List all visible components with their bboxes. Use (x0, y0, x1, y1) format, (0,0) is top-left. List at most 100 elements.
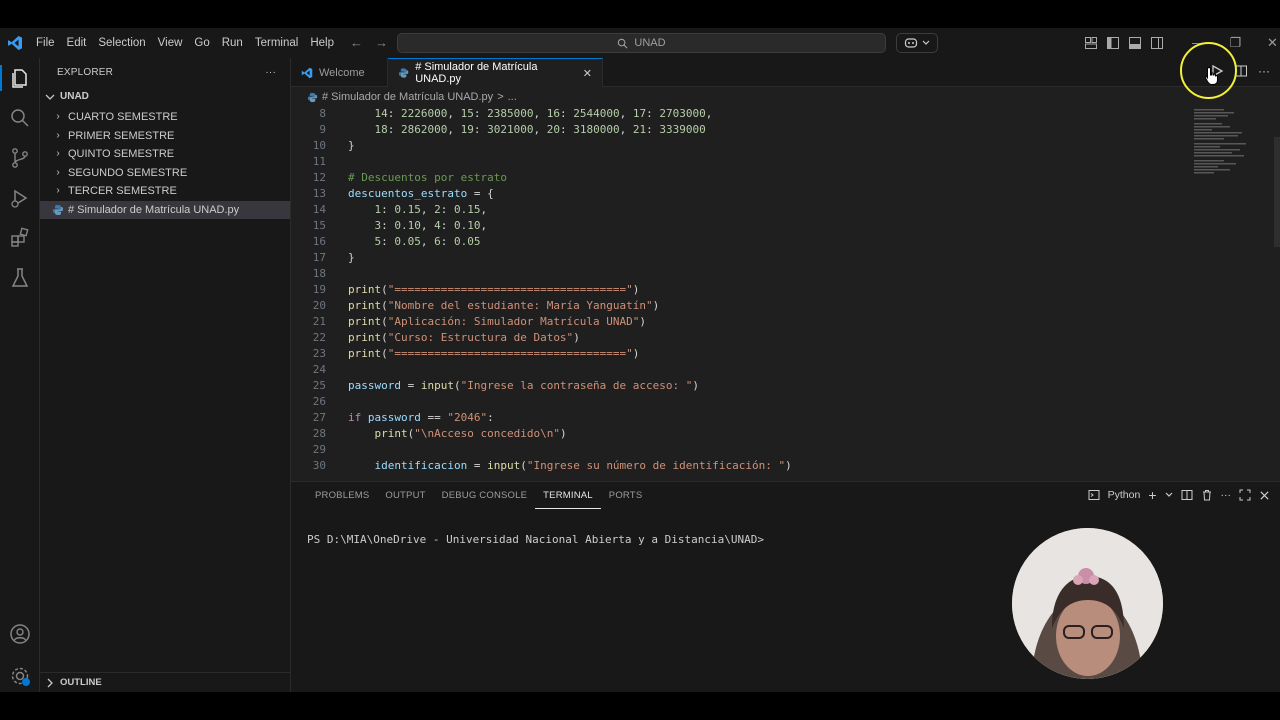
menu-edit[interactable]: Edit (61, 37, 93, 49)
chevron-right-icon: › (56, 166, 60, 178)
hand-cursor-icon (1204, 66, 1218, 85)
workspace-folder-unad[interactable]: UNAD (40, 86, 290, 108)
folder-segundo-semestre[interactable]: › SEGUNDO SEMESTRE (40, 164, 290, 183)
tab-terminal[interactable]: TERMINAL (535, 482, 601, 509)
menu-help[interactable]: Help (304, 37, 340, 49)
tab-ports[interactable]: PORTS (601, 482, 651, 509)
workspace-folder-label: UNAD (60, 91, 89, 102)
chevron-right-icon: › (56, 148, 60, 159)
line-number: 15 (312, 219, 326, 232)
copilot-button[interactable] (896, 33, 938, 53)
back-arrow-icon[interactable]: ← (350, 35, 363, 50)
terminal-prompt[interactable]: PS D:\MIA\OneDrive - Universidad Naciona… (307, 533, 764, 546)
folder-label: CUARTO SEMESTRE (68, 111, 178, 123)
gear-icon[interactable] (8, 664, 32, 688)
folder-quinto-semestre[interactable]: › QUINTO SEMESTRE (40, 145, 290, 164)
breadcrumb-symbols[interactable]: ... (508, 91, 517, 103)
menu-view[interactable]: View (152, 37, 189, 49)
tab-simulador-matricula[interactable]: # Simulador de Matrícula UNAD.py ✕ (388, 58, 603, 87)
line-text: 18: 2862000, 19: 3021000, 20: 3180000, 2… (374, 123, 706, 136)
maximize-panel-icon[interactable] (1239, 489, 1251, 501)
line-number: 9 (319, 123, 326, 136)
account-icon[interactable] (8, 622, 32, 646)
menu-go[interactable]: Go (188, 37, 215, 49)
outline-section[interactable]: OUTLINE (40, 672, 291, 692)
python-file-icon (398, 68, 409, 78)
search-icon[interactable] (8, 106, 32, 130)
line-text: print("=================================… (348, 283, 640, 296)
menu-file[interactable]: File (30, 37, 61, 49)
folder-label: PRIMER SEMESTRE (68, 129, 175, 142)
testing-flask-icon[interactable] (8, 266, 32, 290)
split-terminal-icon[interactable] (1181, 489, 1193, 501)
editor-scrollbar[interactable] (1274, 137, 1280, 247)
chevron-down-icon[interactable] (1165, 492, 1173, 498)
folder-label: SEGUNDO SEMESTRE (68, 166, 188, 179)
source-control-icon[interactable] (8, 146, 32, 170)
close-tab-icon[interactable]: ✕ (583, 67, 592, 80)
line-number: 28 (312, 427, 326, 440)
toggle-secondary-sidebar-icon[interactable] (1150, 36, 1164, 50)
line-text: descuentos_estrato = { (348, 187, 494, 200)
line-number: 21 (312, 315, 326, 328)
trash-icon[interactable] (1201, 489, 1213, 501)
chevron-down-icon (922, 40, 930, 45)
line-text: 14: 2226000, 15: 2385000, 16: 2544000, 1… (374, 107, 713, 120)
title-bar: File Edit Selection View Go Run Terminal… (0, 28, 1280, 58)
terminal-shell-label[interactable]: Python (1108, 489, 1141, 501)
panel-more-actions-icon[interactable]: ··· (1221, 489, 1232, 501)
chevron-right-icon (47, 678, 53, 687)
code-editor[interactable]: 8 14: 2226000, 15: 2385000, 16: 2544000,… (291, 107, 1280, 481)
line-number: 23 (312, 347, 326, 360)
explorer-sidebar: EXPLORER ··· UNAD › CUARTO SEMESTRE › PR… (40, 58, 291, 692)
line-number: 13 (312, 187, 326, 200)
line-number: 26 (312, 395, 326, 408)
python-file-icon (307, 92, 318, 102)
menu-run[interactable]: Run (216, 37, 249, 49)
file-simulador-matricula[interactable]: # Simulador de Matrícula UNAD.py (40, 200, 290, 219)
explorer-files-icon[interactable] (8, 66, 32, 90)
new-terminal-icon[interactable]: + (1148, 487, 1156, 503)
more-actions-icon[interactable]: ··· (265, 67, 276, 78)
close-window-icon[interactable]: ✕ (1254, 28, 1280, 58)
line-text: identificacion = input("Ingrese su númer… (374, 459, 792, 472)
breadcrumb-separator: > (497, 91, 504, 103)
toggle-panel-icon[interactable] (1128, 36, 1142, 50)
command-center-label: UNAD (634, 37, 666, 49)
customize-layout-icon[interactable] (1084, 36, 1098, 50)
tab-welcome[interactable]: Welcome (291, 58, 388, 87)
line-number: 10 (312, 139, 326, 152)
tab-problems[interactable]: PROBLEMS (307, 482, 377, 509)
line-text: print("\nAcceso concedido\n") (374, 427, 567, 440)
close-panel-icon[interactable] (1259, 490, 1270, 501)
toggle-primary-sidebar-icon[interactable] (1106, 36, 1120, 50)
tab-output[interactable]: OUTPUT (377, 482, 433, 509)
minimap[interactable] (1192, 107, 1262, 187)
line-text: 1: 0.15, 2: 0.15, (374, 203, 488, 216)
line-number: 8 (319, 107, 326, 120)
menu-selection[interactable]: Selection (92, 37, 151, 49)
run-debug-icon[interactable] (8, 186, 32, 210)
line-number: 20 (312, 299, 326, 312)
folder-tercer-semestre[interactable]: › TERCER SEMESTRE (40, 182, 290, 201)
editor-tab-bar: Welcome # Simulador de Matrícula UNAD.py… (291, 58, 1280, 87)
editor-more-actions-icon[interactable]: ··· (1258, 64, 1270, 78)
python-file-icon (53, 204, 63, 215)
tab-label: # Simulador de Matrícula UNAD.py (415, 61, 538, 85)
copilot-icon (904, 38, 918, 48)
forward-arrow-icon[interactable]: → (375, 35, 388, 50)
command-center-search[interactable]: UNAD (397, 33, 886, 53)
chevron-right-icon: › (56, 129, 60, 141)
menu-terminal[interactable]: Terminal (249, 37, 304, 49)
line-number: 29 (312, 443, 326, 456)
folder-cuarto-semestre[interactable]: › CUARTO SEMESTRE (40, 108, 290, 127)
breadcrumb-file[interactable]: # Simulador de Matrícula UNAD.py (322, 91, 493, 103)
folder-primer-semestre[interactable]: › PRIMER SEMESTRE (40, 127, 290, 146)
extensions-icon[interactable] (8, 226, 32, 250)
line-number: 19 (312, 283, 326, 296)
line-text: print("=================================… (348, 347, 640, 360)
tab-debug-console[interactable]: DEBUG CONSOLE (434, 482, 535, 509)
line-text: if password == "2046": (348, 411, 494, 424)
vscode-logo-icon (301, 67, 313, 78)
outline-label: OUTLINE (60, 677, 102, 688)
